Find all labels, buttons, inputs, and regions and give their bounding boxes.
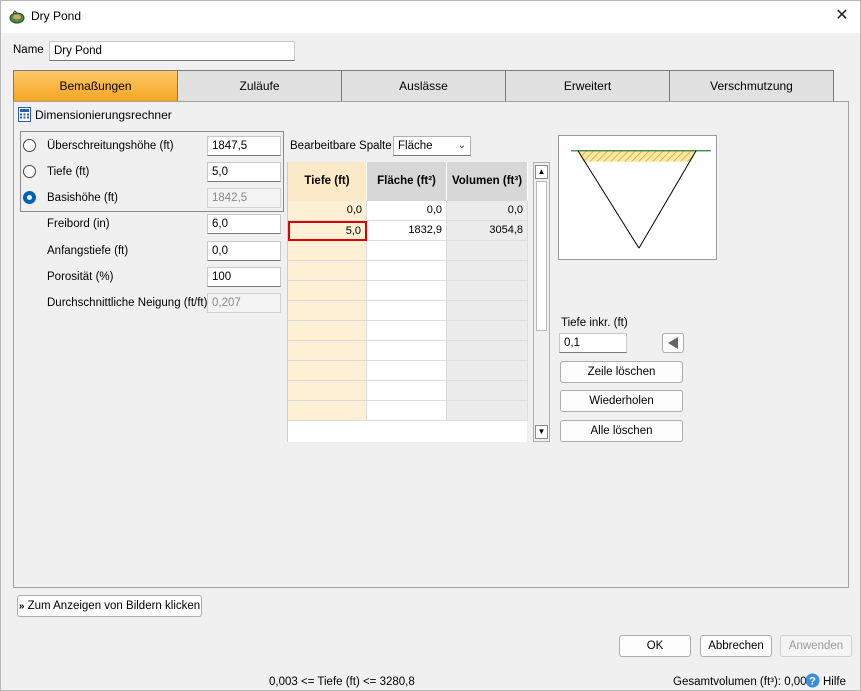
table-cell-empty[interactable] <box>367 381 447 401</box>
scroll-thumb[interactable] <box>536 181 547 331</box>
chevron-down-icon: ⌄ <box>457 140 466 151</box>
editable-column-value: Fläche <box>398 140 433 152</box>
scroll-up-icon[interactable]: ▲ <box>535 165 548 179</box>
base-height-label: Basishöhe (ft) <box>47 192 118 204</box>
radio-depth[interactable] <box>23 165 36 178</box>
table-cell-empty <box>447 361 528 381</box>
radio-base-height[interactable] <box>23 191 36 204</box>
depth-label: Tiefe (ft) <box>47 166 90 178</box>
depth-area-table: Tiefe (ft) Fläche (ft²) Volumen (ft³) 0,… <box>287 162 528 442</box>
window-title: Dry Pond <box>31 9 82 23</box>
table-cell-empty[interactable] <box>367 361 447 381</box>
table-cell-empty[interactable] <box>288 341 367 361</box>
avg-slope-label: Durchschnittliche Neigung (ft/ft) <box>47 297 208 309</box>
tab-auslaesse[interactable]: Auslässe <box>341 70 506 102</box>
name-label: Name <box>13 44 44 56</box>
tab-bar: Bemaßungen Zuläufe Auslässe Erweitert Ve… <box>13 70 834 102</box>
table-cell: 3054,8 <box>447 221 528 241</box>
delete-row-button[interactable]: Zeile löschen <box>560 361 683 383</box>
base-height-input: 1842,5 <box>207 188 281 208</box>
table-cell[interactable]: 0,0 <box>367 201 447 221</box>
table-cell-empty[interactable] <box>367 321 447 341</box>
dry-pond-app-icon <box>9 10 25 24</box>
table-cell-empty[interactable] <box>288 241 367 261</box>
overflow-height-input[interactable]: 1847,5 <box>207 136 281 156</box>
table-cell-empty <box>447 321 528 341</box>
ok-button[interactable]: OK <box>619 635 691 657</box>
table-cell-empty[interactable] <box>288 381 367 401</box>
initial-depth-input[interactable]: 0,0 <box>207 241 281 261</box>
tab-zulaeufe[interactable]: Zuläufe <box>177 70 342 102</box>
table-cell: 0,0 <box>447 201 528 221</box>
show-images-label: Zum Anzeigen von Bildern klicken <box>27 600 201 612</box>
table-cell-empty[interactable] <box>288 281 367 301</box>
table-cell-empty <box>447 241 528 261</box>
apply-increment-button[interactable] <box>662 333 684 353</box>
name-input[interactable]: Dry Pond <box>49 41 295 61</box>
help-icon[interactable]: ? <box>805 673 820 688</box>
porosity-label: Porosität (%) <box>47 271 114 283</box>
calculator-title: Dimensionierungsrechner <box>35 108 172 122</box>
show-images-button[interactable]: » Zum Anzeigen von Bildern klicken <box>17 595 202 617</box>
depth-input[interactable]: 5,0 <box>207 162 281 182</box>
title-bar: Dry Pond ✕ <box>1 1 860 33</box>
table-cell[interactable]: 0,0 <box>288 201 367 221</box>
repeat-button[interactable]: Wiederholen <box>560 390 683 412</box>
tab-bemassungen[interactable]: Bemaßungen <box>13 70 178 102</box>
table-cell-empty[interactable] <box>288 361 367 381</box>
table-header-area[interactable]: Fläche (ft²) <box>367 162 447 201</box>
table-cell-empty <box>447 401 528 421</box>
table-header-depth[interactable]: Tiefe (ft) <box>288 162 367 201</box>
table-cell-empty[interactable] <box>367 301 447 321</box>
pond-cross-section-preview <box>558 135 717 260</box>
table-cell-empty <box>447 281 528 301</box>
editable-column-select[interactable]: Fläche ⌄ <box>393 136 471 156</box>
cancel-button[interactable]: Abbrechen <box>700 635 772 657</box>
table-header-volume[interactable]: Volumen (ft³) <box>447 162 528 201</box>
table-cell-empty <box>447 381 528 401</box>
calculator-icon <box>18 107 31 122</box>
table-cell-empty[interactable] <box>288 321 367 341</box>
total-volume-status: Gesamtvolumen (ft³): 0,000 <box>673 676 813 688</box>
table-cell-empty[interactable] <box>367 401 447 421</box>
table-cell-empty[interactable] <box>367 341 447 361</box>
table-cell-empty <box>447 341 528 361</box>
double-chevron-down-icon: » <box>18 601 25 612</box>
table-cell-empty[interactable] <box>288 261 367 281</box>
table-scrollbar[interactable]: ▲ ▼ <box>533 162 550 442</box>
depth-increment-input[interactable]: 0,1 <box>559 333 627 353</box>
table-cell-empty <box>447 261 528 281</box>
close-icon[interactable]: ✕ <box>828 3 856 29</box>
tab-erweitert[interactable]: Erweitert <box>505 70 670 102</box>
help-link[interactable]: Hilfe <box>823 676 846 688</box>
depth-range-status: 0,003 <= Tiefe (ft) <= 3280,8 <box>269 676 415 688</box>
table-cell-empty[interactable] <box>367 261 447 281</box>
table-cell-selected[interactable]: 5,0 <box>288 221 367 241</box>
table-cell-empty <box>447 301 528 321</box>
table-cell-empty[interactable] <box>288 401 367 421</box>
tab-verschmutzung[interactable]: Verschmutzung <box>669 70 834 102</box>
apply-button: Anwenden <box>780 635 852 657</box>
freeboard-input[interactable]: 6,0 <box>207 214 281 234</box>
depth-increment-label: Tiefe inkr. (ft) <box>561 317 628 329</box>
overflow-height-label: Überschreitungshöhe (ft) <box>47 140 174 152</box>
radio-overflow-height[interactable] <box>23 139 36 152</box>
svg-text:?: ? <box>809 676 816 688</box>
dialog-window: Dry Pond ✕ Name Dry Pond Bemaßungen Zulä… <box>0 0 861 691</box>
table-cell-empty[interactable] <box>367 241 447 261</box>
table-cell-empty[interactable] <box>288 301 367 321</box>
editable-column-label: Bearbeitbare Spalte <box>290 140 392 152</box>
triangle-left-icon <box>668 337 678 349</box>
table-cell-empty[interactable] <box>367 281 447 301</box>
scroll-down-icon[interactable]: ▼ <box>535 425 548 439</box>
initial-depth-label: Anfangstiefe (ft) <box>47 245 129 257</box>
table-cell[interactable]: 1832,9 <box>367 221 447 241</box>
freeboard-label: Freibord (in) <box>47 218 110 230</box>
delete-all-button[interactable]: Alle löschen <box>560 420 683 442</box>
avg-slope-input: 0,207 <box>207 293 281 313</box>
porosity-input[interactable]: 100 <box>207 267 281 287</box>
